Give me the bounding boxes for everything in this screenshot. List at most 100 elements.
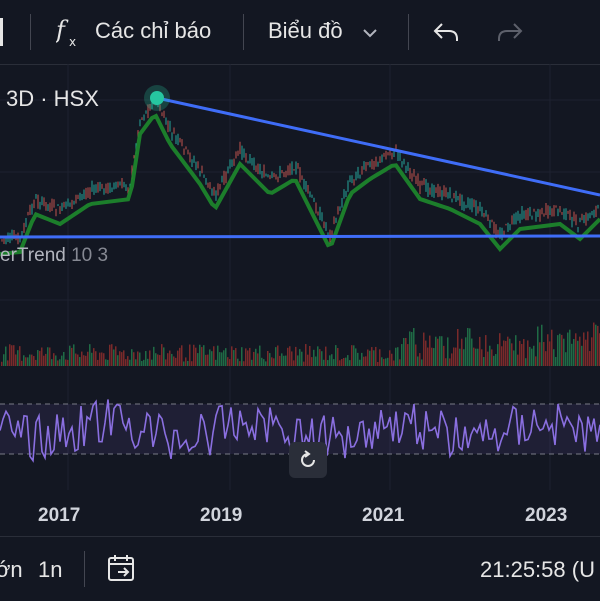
volume-bar xyxy=(563,338,565,366)
volume-bar xyxy=(69,345,71,366)
redo-icon[interactable] xyxy=(496,20,524,49)
volume-bar xyxy=(445,358,447,366)
volume-bar xyxy=(367,349,369,366)
volume-bar xyxy=(137,351,139,366)
reset-zoom-button[interactable] xyxy=(289,442,327,478)
volume-bar xyxy=(305,344,307,366)
volume-bar xyxy=(55,355,57,366)
volume-bar xyxy=(475,348,477,366)
volume-bar xyxy=(593,322,595,366)
indicator-label[interactable]: erTrend 10 3 xyxy=(0,245,108,267)
volume-bar xyxy=(243,361,245,366)
volume-bar xyxy=(465,337,467,366)
volume-bar xyxy=(331,354,333,366)
volume-bar xyxy=(469,328,471,366)
volume-bar xyxy=(489,345,491,366)
volume-bar xyxy=(381,357,383,366)
volume-bar xyxy=(449,358,451,366)
volume-bar xyxy=(239,361,241,366)
function-icon[interactable]: f x xyxy=(54,16,84,53)
volume-bar xyxy=(479,336,481,366)
volume-bar xyxy=(553,349,555,366)
volume-bar xyxy=(577,340,579,366)
volume-bar xyxy=(575,333,577,366)
volume-bar xyxy=(559,333,561,366)
volume-bar xyxy=(415,344,417,366)
x-tick-label: 2017 xyxy=(38,505,81,526)
partial-toolbar-item xyxy=(0,18,3,46)
undo-icon[interactable] xyxy=(432,20,460,49)
volume-bar xyxy=(33,356,35,366)
volume-bar xyxy=(11,345,13,366)
volume-bar xyxy=(157,354,159,366)
volume-bar xyxy=(181,345,183,366)
volume-bar xyxy=(567,332,569,366)
volume-bar xyxy=(19,346,21,366)
range-1y-button[interactable]: 1n xyxy=(38,557,62,583)
volume-bar xyxy=(233,350,235,366)
chevron-down-icon[interactable] xyxy=(362,26,378,44)
volume-bar xyxy=(521,343,523,366)
volume-bar xyxy=(45,353,47,366)
volume-bar xyxy=(229,359,231,366)
volume-bar xyxy=(519,340,521,366)
volume-bar xyxy=(287,347,289,366)
volume-bar xyxy=(259,345,261,366)
volume-bar xyxy=(83,355,85,366)
volume-bar xyxy=(9,344,11,366)
clock-time: 21:25:58 (U xyxy=(480,557,595,582)
volume-bar xyxy=(185,357,187,366)
volume-bar xyxy=(295,346,297,366)
volume-bar xyxy=(161,344,163,366)
volume-bar xyxy=(341,359,343,366)
date-range-icon[interactable] xyxy=(106,553,138,590)
volume-bar xyxy=(561,334,563,366)
volume-bar xyxy=(155,353,157,366)
volume-bar xyxy=(555,356,557,366)
volume-bar xyxy=(117,355,119,366)
volume-bar xyxy=(91,352,93,366)
volume-bar xyxy=(493,355,495,366)
volume-bar xyxy=(169,350,171,366)
volume-bar xyxy=(511,343,513,366)
volume-bar xyxy=(467,327,469,366)
volume-bar xyxy=(347,355,349,366)
volume-bar xyxy=(221,352,223,366)
volume-bar xyxy=(297,355,299,366)
volume-bar xyxy=(497,344,499,366)
volume-bar xyxy=(419,353,421,366)
volume-bar xyxy=(499,333,501,366)
toolbar-separator xyxy=(30,14,31,50)
volume-bar xyxy=(47,347,49,366)
volume-bar xyxy=(149,350,151,366)
volume-bar xyxy=(395,347,397,366)
volume-bar xyxy=(115,346,117,366)
top-toolbar: f x Các chỉ báo Biểu đồ xyxy=(0,0,600,65)
volume-bar xyxy=(191,361,193,366)
volume-bar xyxy=(219,352,221,366)
volume-bar xyxy=(113,349,115,366)
volume-bar xyxy=(487,351,489,366)
volume-bar xyxy=(443,345,445,366)
volume-bar xyxy=(125,359,127,366)
volume-bar xyxy=(29,354,31,366)
volume-bar xyxy=(491,349,493,366)
volume-bar xyxy=(389,350,391,366)
volume-bar xyxy=(27,357,29,366)
volume-bar xyxy=(583,332,585,366)
chart-type-button[interactable]: Biểu đồ xyxy=(268,18,343,44)
volume-bar xyxy=(325,346,327,366)
volume-bar xyxy=(303,361,305,366)
volume-bar xyxy=(311,357,313,366)
volume-bar xyxy=(357,352,359,366)
volume-bar xyxy=(37,350,39,366)
volume-bar xyxy=(31,354,33,366)
volume-bar xyxy=(133,352,135,366)
volume-bar xyxy=(163,347,165,366)
volume-bar xyxy=(587,331,589,366)
range-button-partial[interactable]: ớn xyxy=(0,557,23,583)
volume-bar xyxy=(581,345,583,366)
indicators-button[interactable]: Các chỉ báo xyxy=(95,18,211,44)
volume-bar xyxy=(171,353,173,366)
volume-bar xyxy=(393,360,395,366)
